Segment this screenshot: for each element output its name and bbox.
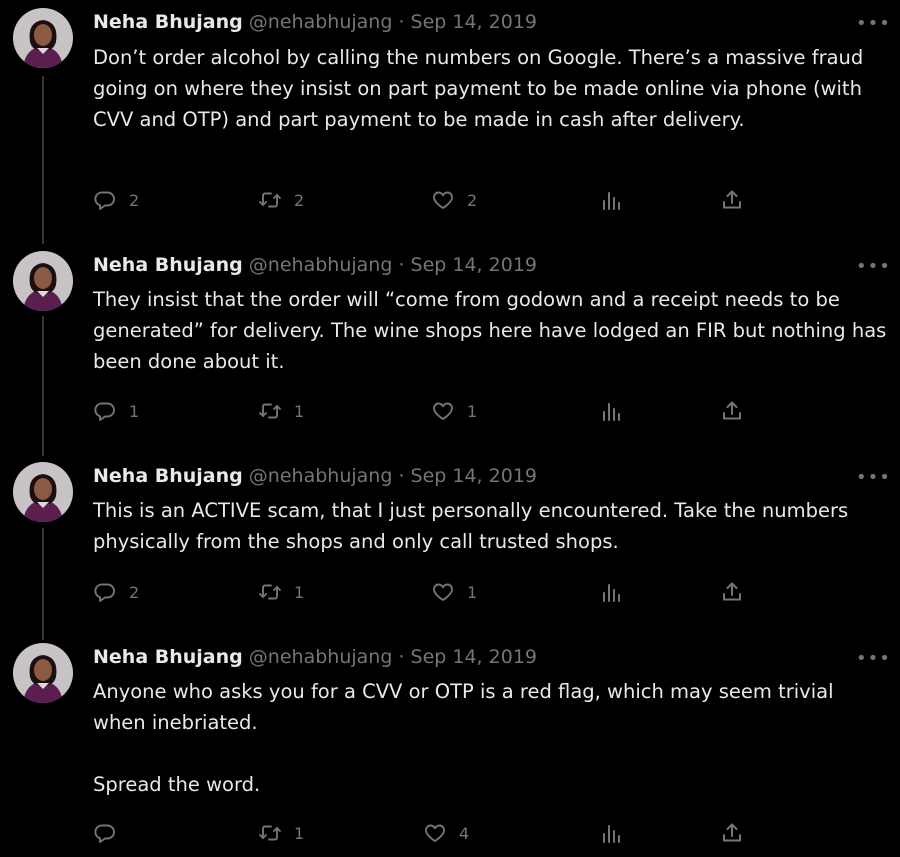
tweet[interactable]: Neha Bhujang @nehabhujang · Sep 14, 2019… [0,251,900,431]
views-icon [603,584,620,602]
share-icon [723,823,741,842]
retweet-button[interactable]: 1 [258,578,304,606]
reply-count: 1 [129,401,140,421]
like-count: 1 [467,401,478,421]
like-icon [433,402,453,420]
action-bar: 1 1 1 [93,397,773,425]
author-handle[interactable]: @nehabhujang [249,11,393,33]
author-name[interactable]: Neha Bhujang [93,465,243,487]
tweet[interactable]: Neha Bhujang @nehabhujang · Sep 14, 2019… [0,643,900,857]
reply-icon [94,583,115,602]
share-icon [723,401,741,420]
reply-icon [94,191,115,210]
like-count: 2 [467,190,478,210]
reply-button[interactable]: 1 [93,397,139,425]
tweet-paragraph: Don’t order alcohol by calling the numbe… [93,46,864,131]
author-name[interactable]: Neha Bhujang [93,11,243,33]
retweet-icon [259,825,281,841]
like-icon [425,824,445,842]
reply-count: 2 [129,190,140,210]
tweet-date[interactable]: Sep 14, 2019 [411,646,537,668]
like-icon [433,583,453,601]
tweet-text: Anyone who asks you for a CVV or OTP is … [93,676,888,800]
share-icon [723,190,741,209]
like-button[interactable]: 2 [431,186,477,214]
author-name[interactable]: Neha Bhujang [93,254,243,276]
separator: · [398,254,405,276]
like-button[interactable]: 1 [431,578,477,606]
like-count: 1 [467,582,478,602]
avatar[interactable] [13,251,73,311]
retweet-count: 2 [294,190,305,210]
views-button[interactable] [599,578,623,606]
more-icon[interactable]: ••• [856,258,890,281]
retweet-button[interactable]: 1 [258,397,304,425]
share-button[interactable] [720,578,744,606]
reply-icon [94,402,115,421]
tweet-paragraph: This is an ACTIVE scam, that I just pers… [93,499,849,553]
author-handle[interactable]: @nehabhujang [249,254,393,276]
tweet-paragraph: Anyone who asks you for a CVV or OTP is … [93,680,834,734]
reply-button[interactable]: 2 [93,578,139,606]
like-button[interactable]: 4 [423,819,469,847]
retweet-icon [259,584,281,600]
author-handle[interactable]: @nehabhujang [249,465,393,487]
separator: · [398,646,405,668]
author-name[interactable]: Neha Bhujang [93,646,243,668]
share-icon [723,582,741,601]
share-button[interactable] [720,819,744,847]
more-icon[interactable]: ••• [856,15,890,38]
reply-button[interactable]: 2 [93,186,139,214]
views-icon [603,403,620,421]
avatar[interactable] [13,462,73,522]
views-icon [603,825,620,843]
reply-icon [94,824,115,843]
like-icon [433,191,453,209]
separator: · [398,465,405,487]
author-handle[interactable]: @nehabhujang [249,646,393,668]
action-bar: 2 1 1 [93,578,773,606]
tweet[interactable]: Neha Bhujang @nehabhujang · Sep 14, 2019… [0,462,900,612]
retweet-button[interactable]: 1 [258,819,304,847]
views-button[interactable] [599,819,623,847]
like-button[interactable]: 1 [431,397,477,425]
tweet-header: Neha Bhujang @nehabhujang · Sep 14, 2019 [93,8,537,36]
avatar[interactable] [13,643,73,703]
retweet-icon [259,192,281,208]
action-bar: 2 2 2 [93,186,773,214]
share-button[interactable] [720,186,744,214]
tweet-header: Neha Bhujang @nehabhujang · Sep 14, 2019 [93,462,537,490]
share-button[interactable] [720,397,744,425]
tweet-text: This is an ACTIVE scam, that I just pers… [93,495,888,557]
retweet-count: 1 [294,582,305,602]
tweet-date[interactable]: Sep 14, 2019 [411,254,537,276]
tweet-text: They insist that the order will “come fr… [93,284,888,377]
tweet-header: Neha Bhujang @nehabhujang · Sep 14, 2019 [93,643,537,671]
separator: · [398,11,405,33]
tweet-date[interactable]: Sep 14, 2019 [411,465,537,487]
tweet[interactable]: Neha Bhujang @nehabhujang · Sep 14, 2019… [0,8,900,218]
tweet-header: Neha Bhujang @nehabhujang · Sep 14, 2019 [93,251,537,279]
retweet-count: 1 [294,823,305,843]
views-icon [603,192,620,210]
retweet-count: 1 [294,401,305,421]
views-button[interactable] [599,186,623,214]
views-button[interactable] [599,397,623,425]
reply-count: 2 [129,582,140,602]
retweet-button[interactable]: 2 [258,186,304,214]
tweet-text: Don’t order alcohol by calling the numbe… [93,42,888,135]
tweet-paragraph: They insist that the order will “come fr… [93,288,887,373]
more-icon[interactable]: ••• [856,650,890,673]
avatar[interactable] [13,8,73,68]
tweet-paragraph: Spread the word. [93,773,261,796]
more-icon[interactable]: ••• [856,469,890,492]
retweet-icon [259,403,281,419]
action-bar: 1 4 [93,819,773,847]
like-count: 4 [459,823,470,843]
tweet-date[interactable]: Sep 14, 2019 [411,11,537,33]
reply-button[interactable] [93,819,129,847]
